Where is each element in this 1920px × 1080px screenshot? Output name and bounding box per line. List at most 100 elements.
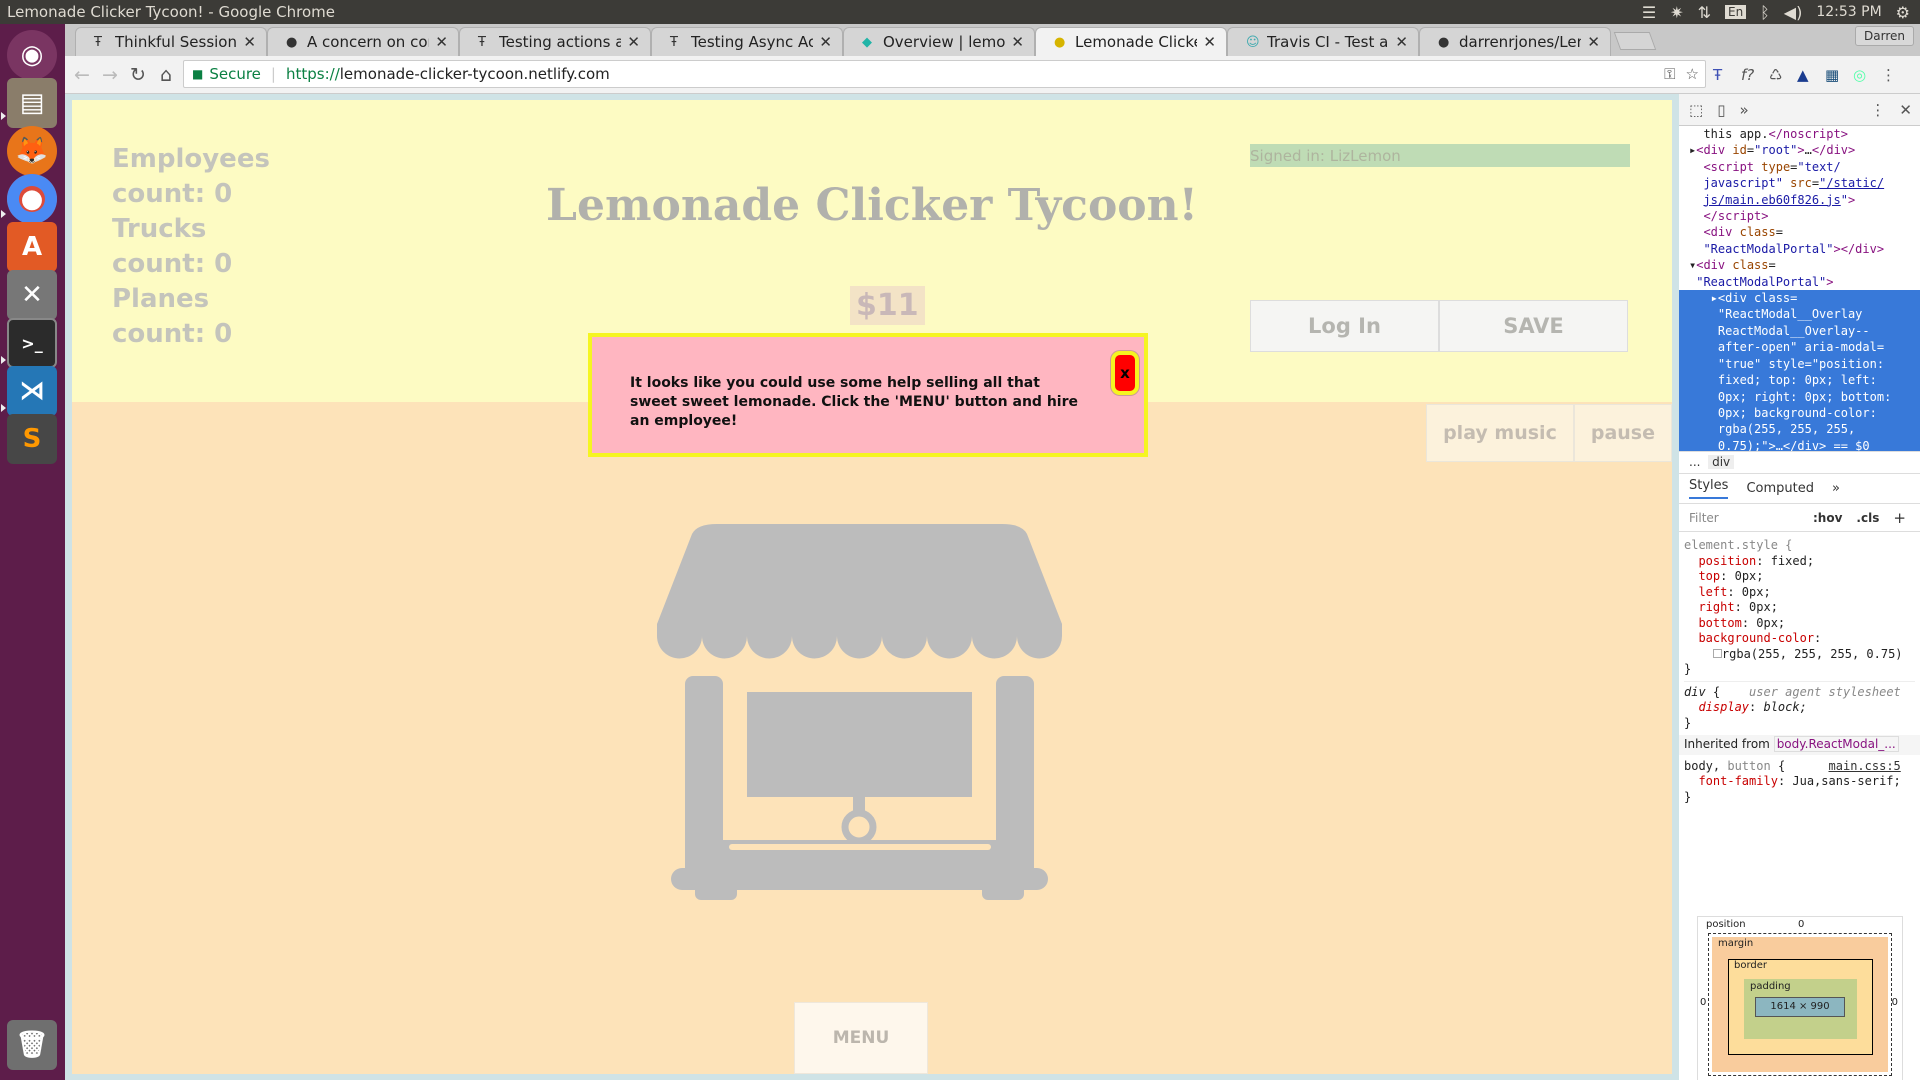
planes-count: count: 0 — [112, 319, 233, 349]
tab-thinkful-sessions[interactable]: Ŧ Thinkful Sessions ✕ — [75, 27, 267, 56]
employees-label: Employees — [112, 144, 270, 174]
url-scheme: https:// — [285, 65, 340, 83]
ubuntu-dash-icon[interactable]: ◉ — [7, 30, 57, 80]
os-top-panel: Lemonade Clicker Tycoon! - Google Chrome… — [0, 0, 1920, 24]
function-extension-icon[interactable]: f? — [1741, 66, 1754, 84]
drive-extension-icon[interactable]: ▲ — [1797, 66, 1809, 84]
close-tab-icon[interactable]: ✕ — [1395, 33, 1408, 51]
tab-github-repo[interactable]: ●darrenrjones/Lemo✕ — [1419, 27, 1611, 56]
close-tab-icon[interactable]: ✕ — [819, 33, 832, 51]
netlify-icon: ◆ — [862, 34, 872, 50]
tab-computed[interactable]: Computed — [1746, 481, 1814, 496]
unity-launcher: ◉ ▤ 🦊 ● A ✕ >_ ⋊ S 🗑 — [0, 24, 65, 1080]
software-center-icon[interactable]: A — [7, 222, 57, 272]
play-music-button[interactable]: play music — [1426, 404, 1574, 462]
reload-icon[interactable]: ↻ — [127, 64, 149, 86]
sublime-text-icon[interactable]: S — [7, 414, 57, 464]
page-title: Lemonade Clicker Tycoon! — [546, 180, 1198, 231]
tab-travis-ci[interactable]: ☺Travis CI - Test and D✕ — [1227, 27, 1419, 56]
files-icon[interactable]: ▤ — [7, 78, 57, 128]
thinkful-extension-icon[interactable]: Ŧ — [1713, 66, 1722, 84]
device-toolbar-icon[interactable]: ▯ — [1717, 101, 1725, 119]
more-panels-icon[interactable]: » — [1739, 101, 1748, 119]
system-tray: ☰ ✷ ⇅ En ᛒ ◀) 12:53 PM ⚙ — [1642, 3, 1920, 22]
thinkful-icon: Ŧ — [478, 34, 486, 50]
pause-button[interactable]: pause — [1573, 404, 1672, 462]
style-rules[interactable]: element.style { position: fixed; top: 0p… — [1679, 532, 1920, 811]
chrome-menu-icon[interactable]: ⋮ — [1881, 66, 1896, 84]
close-tab-icon[interactable]: ✕ — [627, 33, 640, 51]
styles-tabs: Styles Computed » — [1679, 474, 1920, 504]
tab-styles[interactable]: Styles — [1689, 478, 1729, 499]
login-button[interactable]: Log In — [1250, 300, 1439, 352]
github-icon: ● — [1438, 34, 1450, 50]
tab-github-concern[interactable]: ●A concern on comb✕ — [267, 27, 459, 56]
tab-testing-async[interactable]: ŦTesting Async Actio✕ — [651, 27, 843, 56]
page-viewport: Employees count: 0 Trucks count: 0 Plane… — [65, 94, 1679, 1080]
settings-gear-icon[interactable]: ✷ — [1670, 3, 1683, 22]
thinkful-icon: Ŧ — [670, 34, 678, 50]
back-icon[interactable]: ← — [71, 64, 93, 86]
terminal-icon[interactable]: >_ — [7, 318, 57, 368]
save-button[interactable]: SAVE — [1439, 300, 1628, 352]
system-settings-icon[interactable]: ✕ — [7, 270, 57, 320]
account-buttons: Log In SAVE — [1250, 300, 1628, 352]
keyboard-language[interactable]: En — [1724, 5, 1747, 19]
lemon-icon: ● — [1054, 34, 1066, 50]
bluetooth-icon[interactable]: ᛒ — [1760, 3, 1770, 22]
network-icon[interactable]: ⇅ — [1698, 3, 1711, 22]
new-rule-icon[interactable]: + — [1893, 509, 1906, 527]
devtools-menu-icon[interactable]: ⋮ — [1870, 101, 1885, 119]
elements-tree[interactable]: this app.</noscript> ▸<div id="root">…</… — [1679, 126, 1920, 452]
inspect-element-icon[interactable]: ⬚ — [1689, 101, 1703, 119]
forward-icon[interactable]: → — [99, 64, 121, 86]
devtools-toolbar: ⬚ ▯ » ⋮ ✕ — [1679, 94, 1920, 126]
address-bar[interactable]: ■ Secure | https://lemonade-clicker-tyco… — [183, 60, 1706, 88]
modal-close-button[interactable]: x — [1111, 351, 1139, 395]
recycle-extension-icon[interactable]: ♺ — [1769, 66, 1782, 84]
redux-devtools-icon[interactable]: ▦ — [1825, 66, 1839, 84]
hov-toggle[interactable]: :hov — [1813, 511, 1842, 525]
dom-breadcrumb[interactable]: ... div — [1679, 452, 1920, 474]
key-icon[interactable]: ⚿ — [1664, 65, 1675, 83]
firefox-icon[interactable]: 🦊 — [7, 126, 57, 176]
volume-icon[interactable]: ◀) — [1784, 3, 1803, 22]
menu-button[interactable]: MENU — [794, 1002, 928, 1074]
url-host: lemonade-clicker-tycoon.netlify.com — [339, 65, 610, 83]
window-title: Lemonade Clicker Tycoon! - Google Chrome — [7, 3, 335, 21]
travis-icon: ☺ — [1246, 34, 1260, 50]
new-tab-button[interactable] — [1613, 32, 1657, 50]
vscode-icon[interactable]: ⋊ — [7, 366, 57, 416]
styles-filter: Filter :hov .cls + — [1679, 504, 1920, 532]
tab-lemonade-clicker[interactable]: ●Lemonade Clicker T✕ — [1035, 27, 1227, 56]
close-tab-icon[interactable]: ✕ — [1587, 33, 1600, 51]
box-model-diagram: position 0 margin border padding 1614 × … — [1697, 916, 1903, 1080]
close-devtools-icon[interactable]: ✕ — [1899, 101, 1920, 119]
close-tab-icon[interactable]: ✕ — [1011, 33, 1024, 51]
game-page: Employees count: 0 Trucks count: 0 Plane… — [72, 100, 1672, 1074]
lemonade-stand-icon[interactable] — [657, 524, 1062, 900]
clock[interactable]: 12:53 PM — [1816, 4, 1881, 20]
browser-toolbar: ← → ↻ ⌂ ■ Secure | https://lemonade-clic… — [65, 56, 1920, 94]
react-devtools-icon[interactable]: ◎ — [1853, 66, 1866, 84]
profile-button[interactable]: Darren — [1855, 26, 1914, 46]
tab-strip: ŦThinkful Sessions✕ ●A concern on comb✕ … — [65, 24, 1920, 56]
styles-filter-input[interactable]: Filter — [1689, 511, 1799, 525]
menu-icon[interactable]: ☰ — [1642, 3, 1656, 22]
tab-netlify-overview[interactable]: ◆Overview | lemonac✕ — [843, 27, 1035, 56]
signed-in-status: Signed in: LizLemon — [1250, 144, 1630, 167]
more-tabs-icon[interactable]: » — [1832, 481, 1840, 496]
music-controls: play music pause — [1426, 404, 1672, 462]
close-tab-icon[interactable]: ✕ — [243, 33, 256, 51]
cls-toggle[interactable]: .cls — [1856, 511, 1879, 525]
home-icon[interactable]: ⌂ — [155, 64, 177, 86]
chrome-icon[interactable]: ● — [7, 174, 57, 224]
close-tab-icon[interactable]: ✕ — [1203, 33, 1216, 51]
bookmark-star-icon[interactable]: ☆ — [1686, 65, 1699, 83]
trash-icon[interactable]: 🗑 — [7, 1020, 57, 1070]
tab-testing-actions[interactable]: ŦTesting actions and✕ — [459, 27, 651, 56]
power-gear-icon[interactable]: ⚙ — [1896, 3, 1910, 22]
close-tab-icon[interactable]: ✕ — [435, 33, 448, 51]
lock-icon: ■ — [192, 67, 204, 81]
css-source-link[interactable]: main.css:5 — [1829, 759, 1901, 773]
